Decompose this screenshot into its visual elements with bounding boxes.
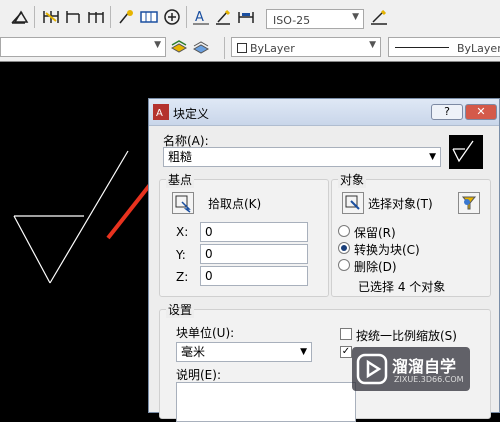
select-objects-icon — [345, 195, 360, 210]
dimension-toolbar: A ISO-25 ▼ — [0, 0, 500, 35]
pick-point-icon — [175, 195, 191, 213]
color-value: ByLayer — [250, 42, 295, 55]
close-button[interactable]: ✕ — [465, 104, 497, 120]
x-input[interactable]: 0 — [200, 222, 308, 242]
convert-to-block-label: 转换为块(C) — [354, 243, 420, 257]
layer-previous-icon[interactable] — [170, 38, 188, 56]
basepoint-group-label: 基点 — [166, 171, 195, 188]
center-mark-icon[interactable] — [163, 8, 181, 26]
convert-to-block-radio[interactable] — [338, 242, 350, 254]
help-button[interactable]: ? — [431, 104, 463, 120]
dim-edit-icon[interactable]: A — [192, 8, 210, 26]
dim-update-icon[interactable] — [237, 8, 255, 26]
watermark-brand: 溜溜自学 — [392, 357, 457, 376]
chevron-down-icon: ▼ — [429, 152, 436, 162]
description-input[interactable] — [176, 382, 356, 422]
layer-state-icon[interactable] — [192, 38, 210, 56]
y-label: Y: — [176, 248, 186, 262]
svg-text:A: A — [156, 108, 163, 119]
pick-point-label[interactable]: 拾取点(K) — [208, 195, 261, 212]
continue-dim-icon[interactable] — [87, 8, 105, 26]
select-objects-button[interactable] — [342, 192, 364, 214]
watermark-url: ZIXUE.3D66.COM — [394, 375, 464, 384]
y-input[interactable]: 0 — [200, 244, 308, 264]
uniform-scale-checkbox[interactable] — [340, 328, 352, 340]
quick-select-filter-icon — [461, 196, 477, 210]
dim-radius-icon[interactable] — [12, 8, 30, 26]
basepoint-group: 基点 拾取点(K) X: 0 Y: 0 Z: 0 — [159, 171, 329, 297]
dimstyle-select[interactable]: ISO-25 ▼ — [266, 9, 364, 29]
quick-select-button[interactable] — [458, 192, 480, 214]
retain-radio[interactable] — [338, 225, 350, 237]
dim-style-manager-icon[interactable] — [370, 8, 388, 26]
x-label: X: — [176, 225, 189, 239]
select-objects-label[interactable]: 选择对象(T) — [368, 195, 433, 212]
pick-point-button[interactable] — [172, 192, 194, 214]
delete-label: 删除(D) — [354, 260, 397, 274]
z-input[interactable]: 0 — [200, 266, 308, 286]
block-unit-select[interactable]: 毫米 ▼ — [176, 342, 312, 362]
linetype-value: ByLayer — [457, 42, 500, 55]
layer-select[interactable]: ▼ — [0, 37, 166, 57]
allow-explode-checkbox[interactable]: ✓ — [340, 346, 352, 358]
dialog-titlebar[interactable]: A 块定义 ? ✕ — [149, 99, 499, 126]
linetype-sample — [395, 47, 449, 48]
block-unit-label: 块单位(U): — [176, 326, 235, 340]
description-label: 说明(E): — [176, 368, 221, 382]
delete-radio[interactable] — [338, 259, 350, 271]
watermark: 溜溜自学 ZIXUE.3D66.COM — [352, 347, 470, 391]
uniform-scale-label: 按统一比例缩放(S) — [356, 329, 457, 343]
block-name-value: 粗糙 — [168, 150, 193, 164]
chevron-down-icon: ▼ — [154, 40, 161, 50]
dialog-title: 块定义 — [173, 107, 210, 121]
block-name-combo[interactable]: 粗糙 ▼ — [163, 147, 441, 167]
quick-dim-icon[interactable] — [42, 8, 60, 26]
chevron-down-icon: ▼ — [300, 347, 307, 357]
z-label: Z: — [176, 270, 189, 284]
color-select[interactable]: ByLayer ▼ — [231, 37, 381, 57]
svg-text:A: A — [195, 10, 204, 25]
chevron-down-icon: ▼ — [369, 40, 376, 50]
dim-text-edit-icon[interactable] — [214, 8, 232, 26]
properties-toolbar: ▼ ByLayer ▼ ByLayer — [0, 34, 500, 62]
objects-group: 对象 选择对象(T) 保留(R) 转换为块(C) 删除(D) 已选择 4 个对象 — [331, 171, 491, 297]
objects-group-label: 对象 — [338, 171, 367, 188]
linetype-select[interactable]: ByLayer — [388, 37, 500, 57]
qleader-icon[interactable] — [117, 8, 135, 26]
selection-status: 已选择 4 个对象 — [358, 280, 446, 294]
color-swatch — [237, 43, 247, 53]
dimstyle-value: ISO-25 — [273, 14, 311, 27]
settings-group-label: 设置 — [166, 301, 195, 318]
watermark-play-logo-icon — [356, 353, 388, 385]
block-preview-icon — [449, 135, 483, 169]
autocad-app-icon: A — [153, 104, 169, 120]
retain-label: 保留(R) — [354, 226, 396, 240]
chevron-down-icon: ▼ — [352, 12, 359, 22]
block-unit-value: 毫米 — [181, 345, 206, 359]
tolerance-icon[interactable] — [140, 8, 158, 26]
baseline-dim-icon[interactable] — [64, 8, 82, 26]
